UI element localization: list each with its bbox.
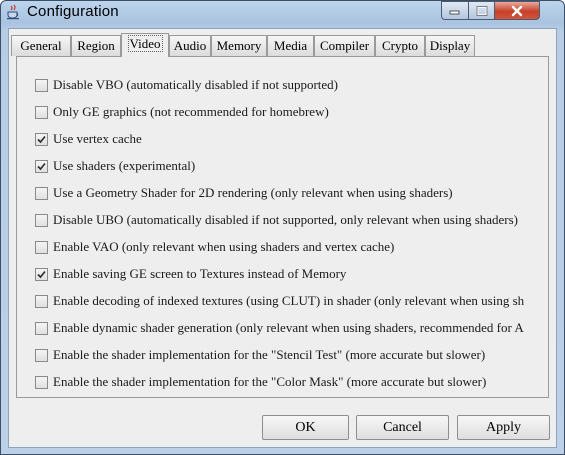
option-disable-vbo[interactable]: Disable VBO (automatically disabled if n… — [35, 76, 338, 94]
option-use-vertex-cache[interactable]: Use vertex cache — [35, 130, 142, 148]
option-disable-ubo[interactable]: Disable UBO (automatically disabled if n… — [35, 211, 518, 229]
tab-label: Crypto — [381, 38, 419, 53]
checkmark-icon — [37, 135, 46, 143]
tab-audio[interactable]: Audio — [169, 35, 211, 56]
tab-label: Compiler — [319, 38, 370, 53]
option-use-shaders[interactable]: Use shaders (experimental) — [35, 157, 195, 175]
tab-label: Display — [429, 38, 471, 53]
checkbox[interactable] — [35, 321, 48, 335]
ok-button[interactable]: OK — [262, 415, 349, 440]
option-label: Enable VAO (only relevant when using sha… — [53, 239, 395, 254]
tab-label: General — [20, 38, 62, 53]
maximize-icon — [476, 5, 487, 16]
tab-general[interactable]: General — [11, 35, 71, 56]
option-label: Enable saving GE screen to Textures inst… — [53, 266, 347, 281]
checkbox[interactable] — [35, 375, 48, 389]
checkbox[interactable] — [35, 267, 48, 281]
option-only-ge-graphics[interactable]: Only GE graphics (not recommended for ho… — [35, 103, 329, 121]
title-bar[interactable]: Configuration — [1, 1, 564, 27]
option-enable-vao[interactable]: Enable VAO (only relevant when using sha… — [35, 238, 394, 256]
option-label: Use a Geometry Shader for 2D rendering (… — [53, 185, 453, 200]
checkbox[interactable] — [35, 348, 48, 362]
tab-video[interactable]: Video — [121, 33, 169, 57]
option-label: Use shaders (experimental) — [53, 158, 196, 173]
checkbox[interactable] — [35, 213, 48, 227]
checkbox[interactable] — [35, 105, 48, 119]
maximize-button[interactable] — [468, 1, 494, 20]
close-icon — [511, 5, 523, 16]
option-label: Enable the shader implementation for the… — [53, 374, 487, 389]
cancel-button[interactable]: Cancel — [356, 415, 449, 440]
option-label: Enable decoding of indexed textures (usi… — [53, 293, 525, 308]
option-geometry-shader[interactable]: Use a Geometry Shader for 2D rendering (… — [35, 184, 453, 202]
tab-memory[interactable]: Memory — [211, 35, 267, 56]
tab-label: Media — [273, 38, 308, 53]
apply-button[interactable]: Apply — [457, 415, 550, 440]
option-shader-color-mask[interactable]: Enable the shader implementation for the… — [35, 373, 486, 391]
tab-crypto[interactable]: Crypto — [375, 35, 425, 56]
checkmark-icon — [37, 162, 46, 170]
option-decode-indexed-textures[interactable]: Enable decoding of indexed textures (usi… — [35, 292, 524, 310]
minimize-icon — [449, 10, 460, 14]
checkbox[interactable] — [35, 294, 48, 308]
tab-compiler[interactable]: Compiler — [314, 35, 375, 56]
checkbox[interactable] — [35, 159, 48, 173]
option-label: Enable the shader implementation for the… — [53, 347, 486, 362]
close-button[interactable] — [494, 1, 540, 20]
video-settings-panel: Disable VBO (automatically disabled if n… — [16, 56, 549, 398]
checkbox[interactable] — [35, 240, 48, 254]
tab-region[interactable]: Region — [71, 35, 121, 56]
window-controls — [441, 1, 560, 20]
option-label: Enable dynamic shader generation (only r… — [53, 320, 524, 335]
option-shader-stencil-test[interactable]: Enable the shader implementation for the… — [35, 346, 485, 364]
option-label: Disable UBO (automatically disabled if n… — [53, 212, 519, 227]
option-save-ge-screen[interactable]: Enable saving GE screen to Textures inst… — [35, 265, 346, 283]
option-label: Use vertex cache — [53, 131, 142, 146]
tab-label: Video — [127, 35, 163, 52]
checkbox[interactable] — [35, 186, 48, 200]
configuration-window: Configuration General Region Video Audio… — [0, 0, 565, 455]
tab-label: Region — [77, 38, 115, 53]
tab-label: Memory — [216, 38, 262, 53]
java-cup-icon — [5, 4, 21, 20]
tab-media[interactable]: Media — [267, 35, 314, 56]
checkbox[interactable] — [35, 78, 48, 92]
window-title: Configuration — [27, 3, 119, 20]
checkmark-icon — [37, 270, 46, 278]
option-dynamic-shader-generation[interactable]: Enable dynamic shader generation (only r… — [35, 319, 524, 337]
checkbox[interactable] — [35, 132, 48, 146]
minimize-button[interactable] — [441, 1, 468, 20]
tab-label: Audio — [173, 38, 207, 53]
tab-display[interactable]: Display — [425, 35, 475, 56]
option-label: Disable VBO (automatically disabled if n… — [53, 77, 338, 92]
option-label: Only GE graphics (not recommended for ho… — [53, 104, 329, 119]
